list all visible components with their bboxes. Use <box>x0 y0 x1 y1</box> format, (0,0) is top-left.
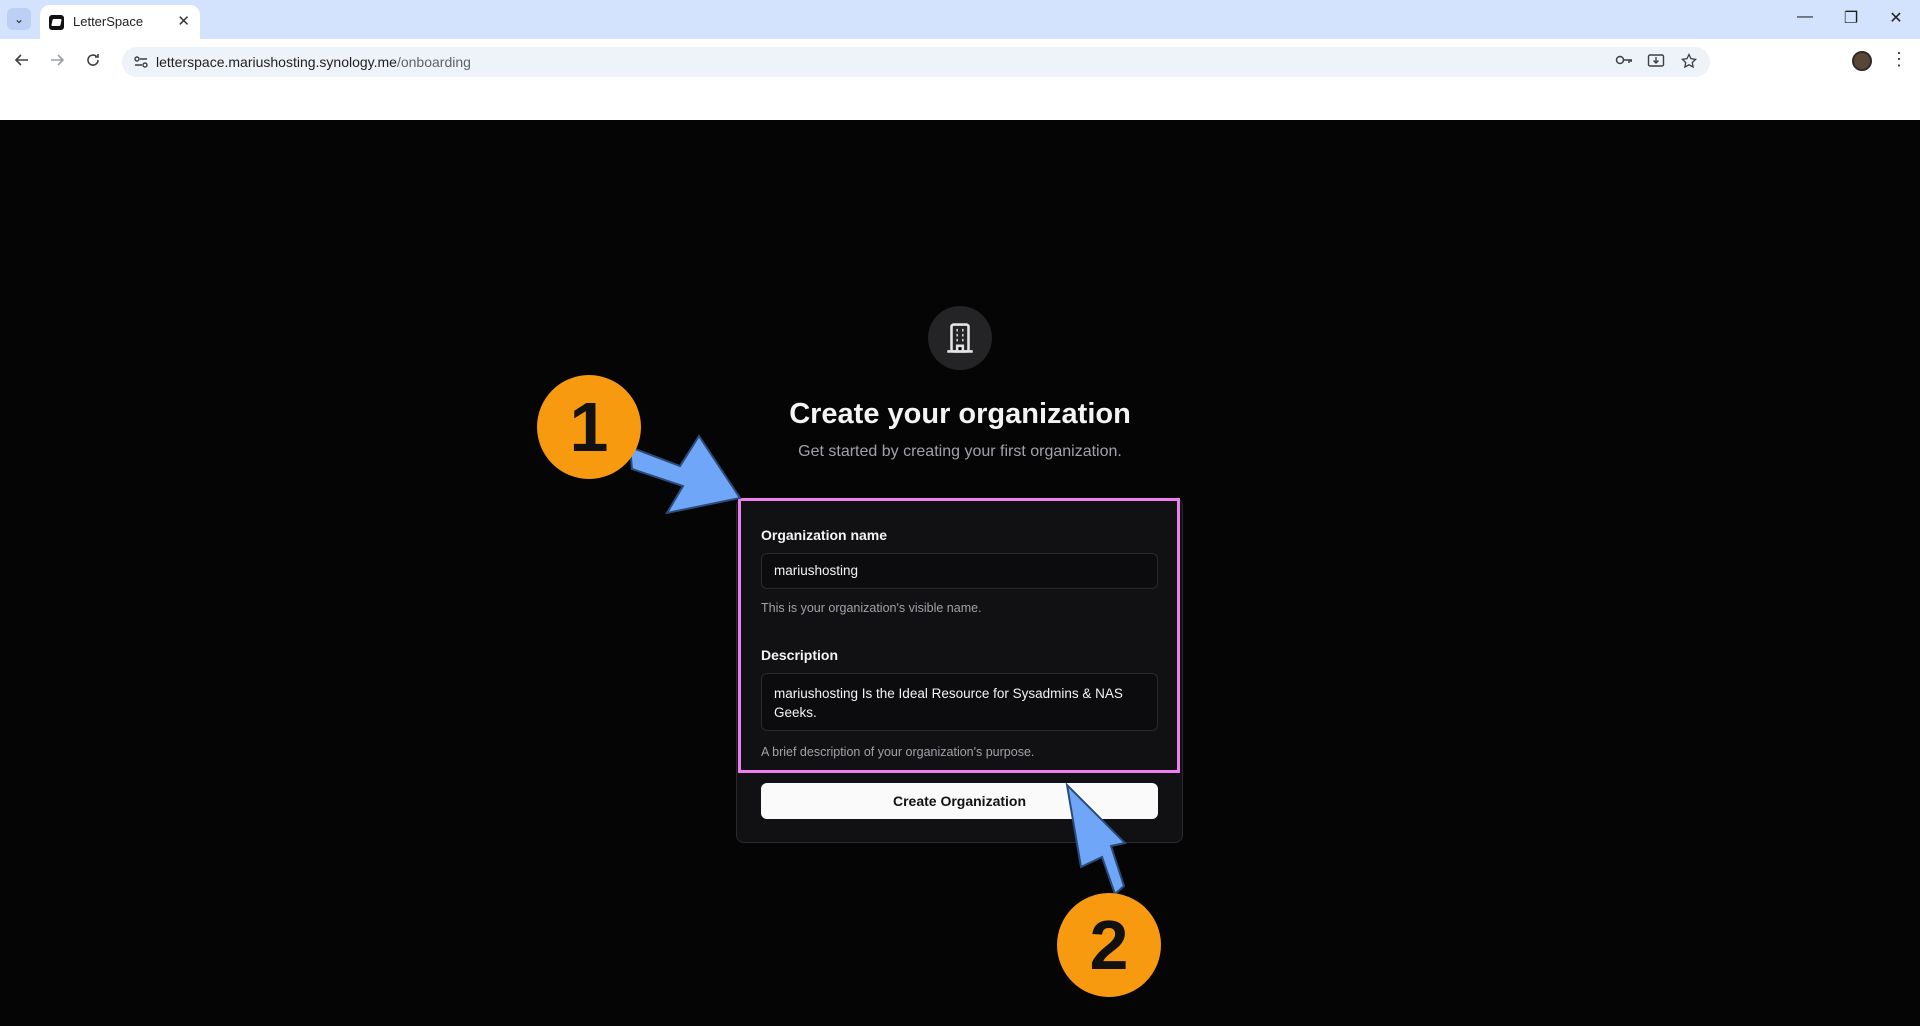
step-2-marker: 2 <box>1057 893 1161 997</box>
step-1-marker: 1 <box>537 375 641 479</box>
annotation-arrows <box>628 434 1128 896</box>
arrow-step2 <box>1065 782 1128 896</box>
arrow-step1 <box>628 434 742 515</box>
